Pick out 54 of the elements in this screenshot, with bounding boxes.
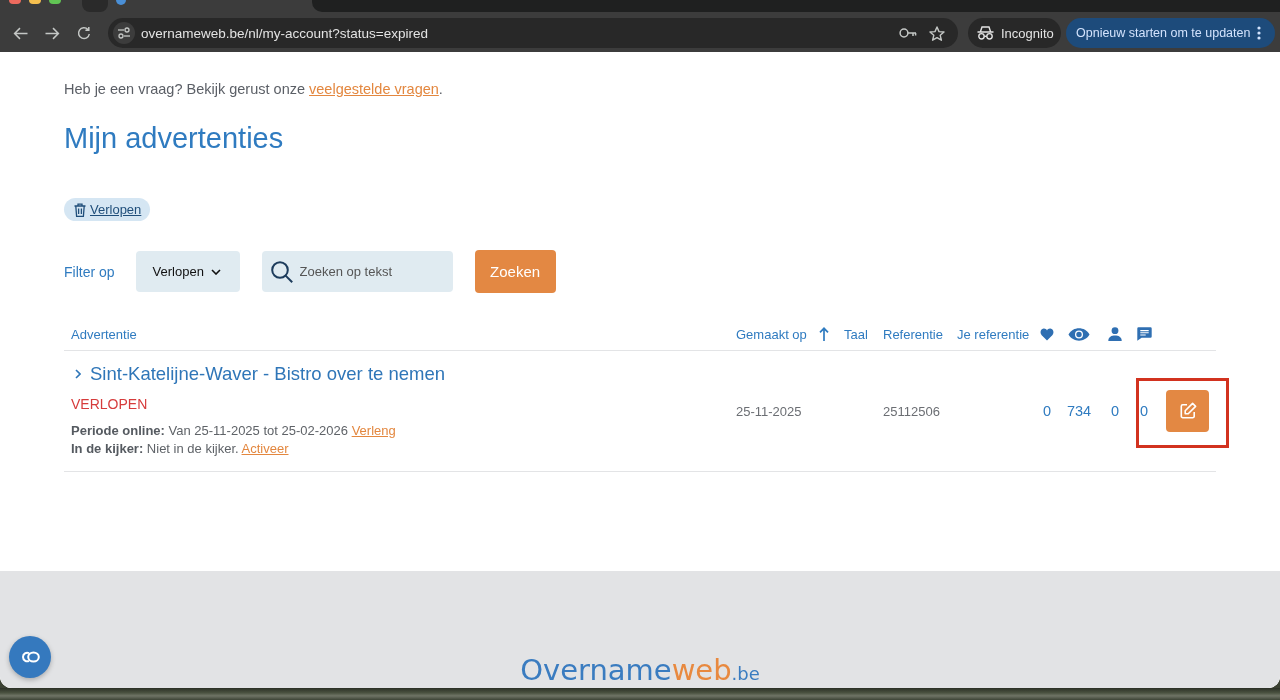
trash-icon xyxy=(74,202,86,217)
chevron-icon[interactable] xyxy=(75,369,81,379)
column-header[interactable]: Advertentie xyxy=(71,326,137,342)
update-button[interactable]: Opnieuw starten om te updaten xyxy=(1066,18,1275,48)
incognito-indicator[interactable]: Incognito xyxy=(968,18,1061,48)
faq-link[interactable]: veelgestelde vragen xyxy=(309,81,439,97)
messages-count: 0 xyxy=(1139,403,1149,419)
column-header[interactable]: Referentie xyxy=(883,326,943,342)
favorites-count: 0 xyxy=(1042,403,1052,419)
sort-up-arrow-icon[interactable] xyxy=(818,327,829,341)
reference-number: 25112506 xyxy=(883,403,940,419)
eye-icon xyxy=(1068,327,1090,341)
address-bar[interactable]: overnameweb.be/nl/my-account?status=expired xyxy=(108,18,958,48)
edit-button[interactable] xyxy=(1166,390,1209,432)
contacts-count: 0 xyxy=(1110,403,1120,419)
search-button[interactable]: Zoeken xyxy=(474,250,556,293)
column-header[interactable]: Je referentie xyxy=(957,326,1030,342)
status-label: VERLOPEN xyxy=(71,395,148,414)
filter-label: Filter op xyxy=(64,263,115,280)
chevron-down-icon xyxy=(210,268,221,275)
listing-title-link[interactable]: Sint-Katelijne-Waver - Bistro over te nemen xyxy=(90,363,446,385)
activate-link[interactable]: Activeer xyxy=(241,441,289,456)
site-settings-icon[interactable] xyxy=(113,22,135,44)
edit-icon xyxy=(1178,402,1197,420)
filter-chip[interactable]: Verlopen xyxy=(64,198,151,221)
rings-icon xyxy=(20,651,40,663)
column-header[interactable]: Gemaakt op xyxy=(736,326,807,342)
url-text[interactable]: overnameweb.be/nl/my-account?status=expired xyxy=(141,25,899,41)
search-field[interactable]: Zoeken op tekst xyxy=(261,251,453,292)
reload-icon[interactable] xyxy=(77,26,91,40)
bookmark-star-icon[interactable] xyxy=(929,25,945,41)
chat-bubble-icon xyxy=(1136,327,1152,341)
site-logo[interactable]: Overnameweb.be xyxy=(520,656,760,688)
incognito-icon xyxy=(977,26,994,40)
forward-icon[interactable] xyxy=(45,26,60,40)
views-count: 734 xyxy=(1066,403,1092,419)
status-dropdown[interactable]: Verlopen xyxy=(135,251,240,292)
online-period-text: Periode online: Van 25-11-2025 tot 25-02-2026 Verleng xyxy=(71,422,396,440)
person-icon xyxy=(1108,327,1122,341)
search-icon xyxy=(270,261,293,283)
created-date: 25-11-2025 xyxy=(736,403,802,419)
column-header[interactable]: Taal xyxy=(844,326,868,342)
heart-icon xyxy=(1040,327,1054,341)
featured-status-text: In de kijker: Niet in de kijker. Activeer xyxy=(71,440,289,458)
intro-text: Heb je een vraag? Bekijk gerust onze veelgestelde vragen. xyxy=(64,80,443,99)
back-icon[interactable] xyxy=(13,26,28,40)
favicon-icon xyxy=(116,0,126,5)
maximize-window-icon[interactable] xyxy=(49,0,61,4)
close-window-icon[interactable] xyxy=(9,0,21,4)
minimize-window-icon[interactable] xyxy=(29,0,41,4)
page-heading: Mijn advertenties xyxy=(64,121,284,156)
extend-link[interactable]: Verleng xyxy=(351,423,396,438)
key-icon[interactable] xyxy=(899,28,917,38)
more-options-icon[interactable] xyxy=(1257,26,1261,40)
